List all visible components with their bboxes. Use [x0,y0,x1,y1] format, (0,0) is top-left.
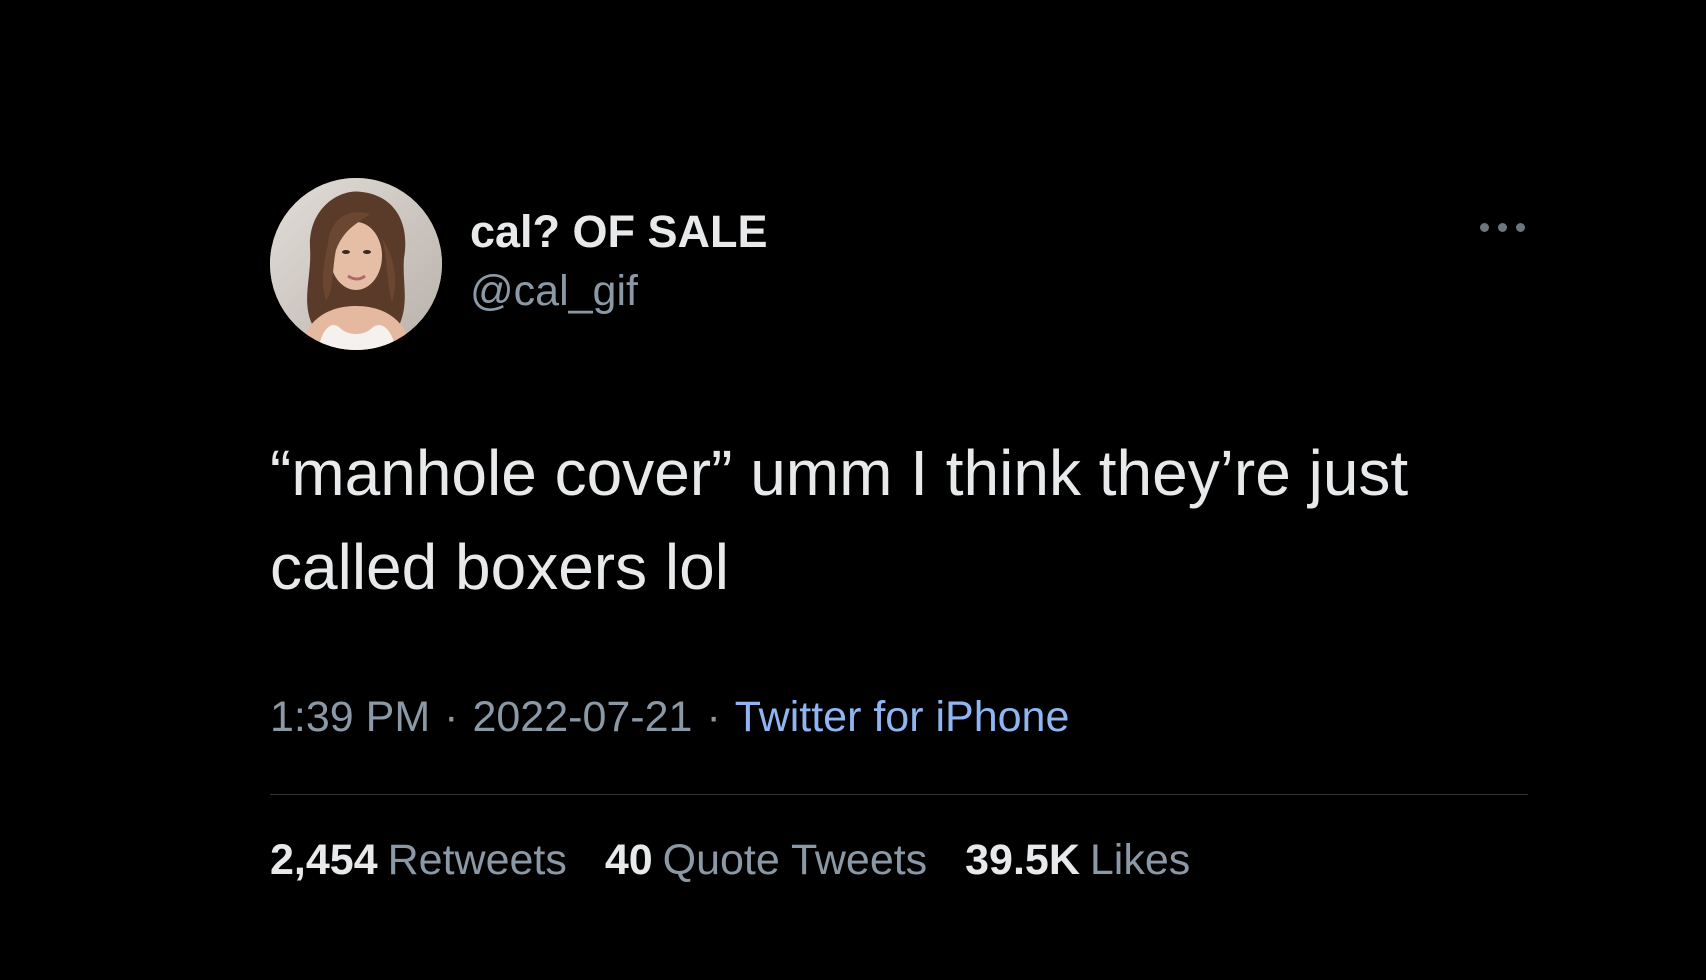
likes-stat[interactable]: 39.5K Likes [965,833,1190,887]
likes-label: Likes [1089,836,1191,884]
likes-count: 39.5K [965,836,1080,884]
quote-tweets-label: Quote Tweets [662,836,928,884]
divider [270,794,1528,795]
retweets-count: 2,454 [270,836,378,884]
retweets-stat[interactable]: 2,454 Retweets [270,833,567,887]
tweet-text: “manhole cover” umm I think they’re just… [270,437,1409,603]
more-options-icon[interactable] [1478,218,1528,238]
quote-tweets-count: 40 [604,836,653,884]
meta-separator: · [706,693,721,741]
display-name[interactable]: cal? OF SALE [470,206,768,258]
tweet-source-link[interactable]: Twitter for iPhone [735,693,1070,741]
tweet-stats: 2,454 Retweets 40 Quote Tweets 39.5K Likes [270,833,1216,887]
tweet-time[interactable]: 1:39 PM [270,693,430,741]
tweet-card: cal? OF SALE @cal_gif “manhole cover” um… [270,178,1528,898]
user-handle[interactable]: @cal_gif [470,264,768,318]
tweet-header: cal? OF SALE @cal_gif [270,178,1528,353]
avatar[interactable] [270,178,442,350]
retweets-label: Retweets [387,836,567,884]
tweet-date[interactable]: 2022-07-21 [472,693,692,741]
quote-tweets-stat[interactable]: 40 Quote Tweets [605,833,927,887]
avatar-image [270,178,442,350]
tweet-metadata: 1:39 PM · 2022-07-21 · Twitter for iPhone [270,690,1069,744]
user-names: cal? OF SALE @cal_gif [470,206,768,318]
meta-separator: · [444,693,459,741]
